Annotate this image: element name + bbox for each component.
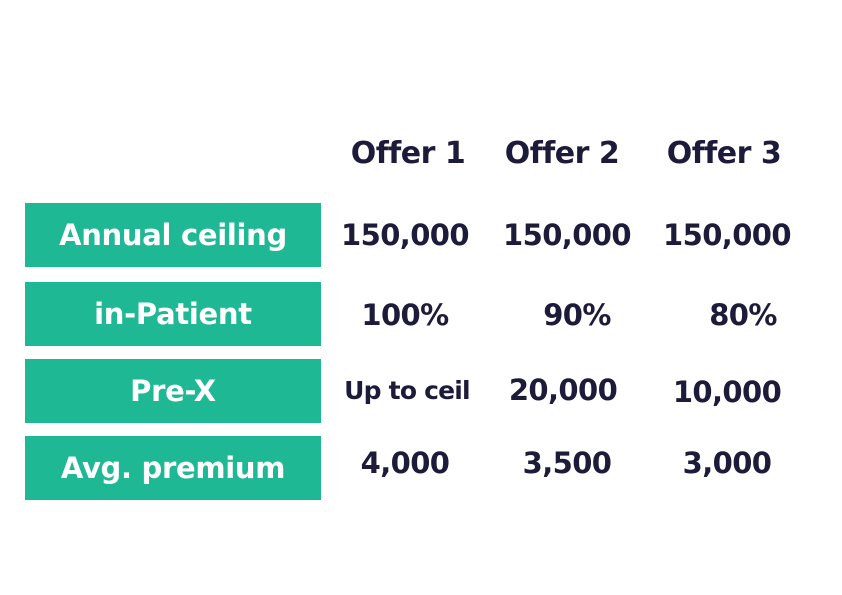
pre-x-offer-1: Up to ceil (344, 376, 470, 405)
row-label-pre-x: Pre-X (25, 359, 321, 423)
row-label-annual-ceiling: Annual ceiling (25, 203, 321, 267)
row-label-in-patient: in-Patient (25, 282, 321, 346)
annual-ceiling-offer-1: 150,000 (341, 218, 469, 252)
in-patient-offer-3: 80% (709, 298, 777, 332)
offer-1-header: Offer 1 (350, 136, 466, 171)
offer-2-header: Offer 2 (504, 136, 620, 171)
pre-x-offer-2: 20,000 (508, 373, 618, 407)
annual-ceiling-offer-3: 150,000 (663, 218, 791, 252)
pre-x-offer-3: 10,000 (672, 375, 782, 409)
in-patient-offer-1: 100% (361, 298, 449, 332)
offer-3-header: Offer 3 (666, 136, 782, 171)
avg-premium-offer-1: 4,000 (360, 446, 450, 480)
avg-premium-offer-3: 3,000 (682, 446, 772, 480)
annual-ceiling-offer-2: 150,000 (503, 218, 631, 252)
in-patient-offer-2: 90% (543, 298, 611, 332)
row-label-avg-premium: Avg. premium (25, 436, 321, 500)
avg-premium-offer-2: 3,500 (522, 446, 612, 480)
